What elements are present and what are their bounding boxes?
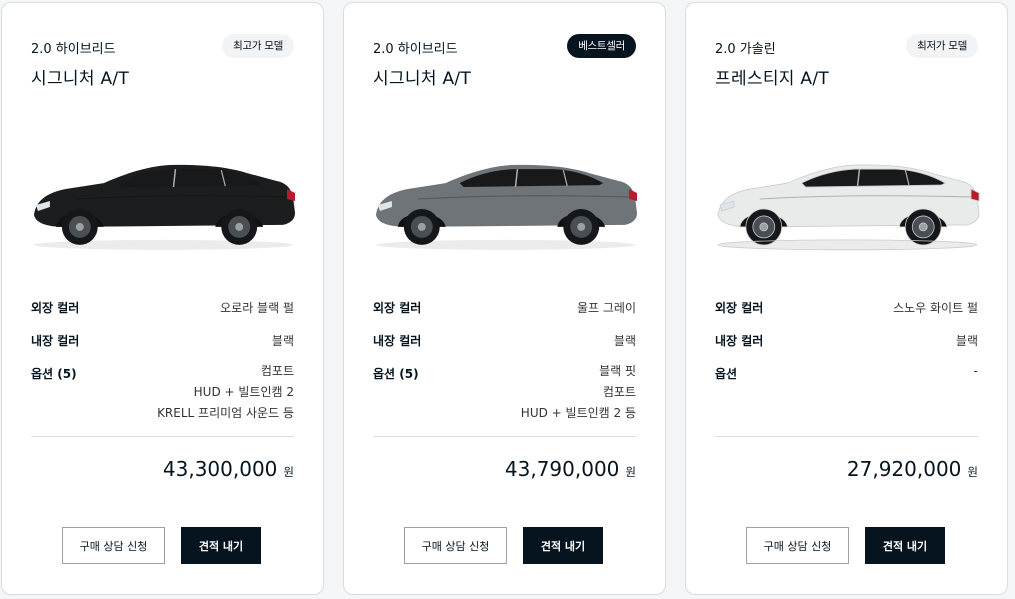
consult-button[interactable]: 구매 상담 신청	[62, 527, 165, 564]
options-label: 옵션 (5)	[373, 367, 419, 381]
consult-button[interactable]: 구매 상담 신청	[746, 527, 849, 564]
model-cards: 2.0 하이브리드 시그니처 A/T 최고가 모델 외장 컬러 오로라 블랙 펄…	[0, 0, 1015, 599]
interior-color-label: 내장 컬러	[715, 334, 764, 348]
model-card-signature-hybrid-top: 2.0 하이브리드 시그니처 A/T 최고가 모델 외장 컬러 오로라 블랙 펄…	[1, 2, 324, 595]
car-image-gray	[375, 164, 638, 251]
quote-button[interactable]: 견적 내기	[865, 527, 945, 564]
price: 43,790,000 원	[505, 457, 636, 481]
price-currency: 원	[625, 465, 636, 479]
exterior-color-label: 외장 컬러	[31, 301, 80, 315]
exterior-color-label: 외장 컬러	[373, 301, 422, 315]
option-item: 블랙 핏	[599, 364, 636, 378]
divider	[373, 436, 636, 437]
interior-color-value: 블랙	[271, 334, 294, 348]
exterior-color-value: 스노우 화이트 펄	[893, 301, 978, 315]
price: 43,300,000 원	[163, 457, 294, 481]
price: 27,920,000 원	[847, 457, 978, 481]
trim-label: 2.0 하이브리드	[373, 42, 458, 57]
option-item: 컴포트	[260, 364, 294, 378]
model-name: 시그니처 A/T	[31, 69, 130, 89]
trim-label: 2.0 가솔린	[715, 42, 776, 57]
quote-button[interactable]: 견적 내기	[181, 527, 261, 564]
option-item: KRELL 프리미엄 사운드 등	[157, 406, 294, 420]
option-item: -	[973, 364, 978, 378]
price-amount: 43,300,000	[162, 457, 278, 481]
interior-color-value: 블랙	[613, 334, 636, 348]
quote-button[interactable]: 견적 내기	[523, 527, 603, 564]
model-name: 프레스티지 A/T	[715, 69, 830, 89]
options-label: 옵션	[715, 367, 738, 381]
option-item: 컴포트	[602, 385, 636, 399]
price-currency: 원	[967, 465, 978, 479]
interior-color-label: 내장 컬러	[373, 334, 422, 348]
consult-button[interactable]: 구매 상담 신청	[404, 527, 507, 564]
status-badge: 최고가 모델	[222, 34, 294, 58]
interior-color-value: 블랙	[955, 334, 978, 348]
price-amount: 43,790,000	[504, 457, 620, 481]
price-amount: 27,920,000	[846, 457, 962, 481]
option-item: HUD + 빌트인캠 2	[193, 385, 294, 399]
model-name: 시그니처 A/T	[373, 69, 472, 89]
exterior-color-value: 오로라 블랙 펄	[220, 301, 294, 315]
interior-color-label: 내장 컬러	[31, 334, 80, 348]
divider	[715, 436, 978, 437]
car-image-black	[33, 164, 296, 251]
price-currency: 원	[283, 465, 294, 479]
options-list: -	[974, 361, 978, 382]
exterior-color-label: 외장 컬러	[715, 301, 764, 315]
options-label: 옵션 (5)	[31, 367, 77, 381]
status-badge: 최저가 모델	[906, 34, 978, 58]
status-badge: 베스트셀러	[567, 34, 636, 58]
option-item: HUD + 빌트인캠 2 등	[520, 406, 636, 420]
exterior-color-value: 울프 그레이	[576, 301, 636, 315]
model-card-prestige-gasoline: 2.0 가솔린 프레스티지 A/T 최저가 모델 외장 컬러 스노우 화이트 펄…	[685, 2, 1008, 595]
car-image-white	[717, 164, 980, 251]
trim-label: 2.0 하이브리드	[31, 42, 116, 57]
model-card-signature-hybrid-best: 2.0 하이브리드 시그니처 A/T 베스트셀러 외장 컬러 울프 그레이 내장…	[343, 2, 666, 595]
options-list: 컴포트 HUD + 빌트인캠 2 KRELL 프리미엄 사운드 등	[157, 361, 294, 424]
divider	[31, 436, 294, 437]
options-list: 블랙 핏 컴포트 HUD + 빌트인캠 2 등	[521, 361, 636, 424]
